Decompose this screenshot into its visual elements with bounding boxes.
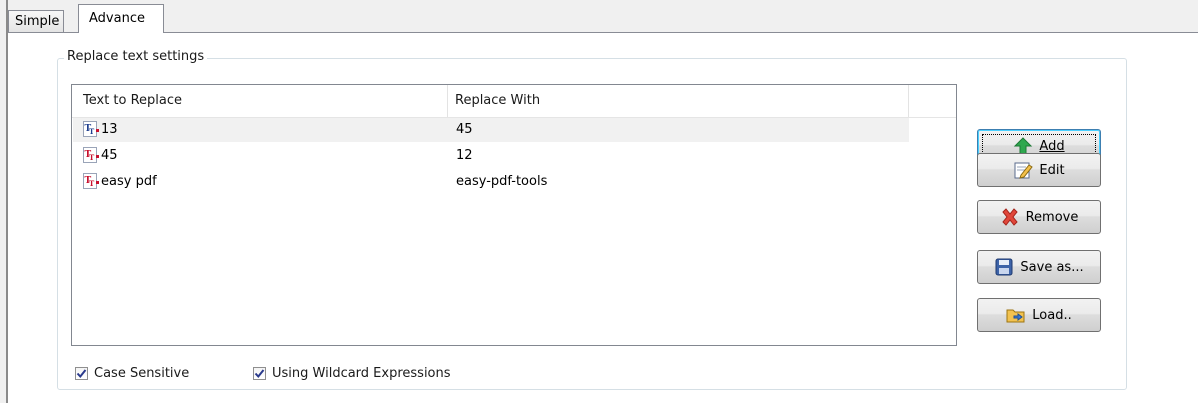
table-row[interactable]: T T 45 12 [73,144,909,168]
load-button[interactable]: Load.. [977,298,1101,332]
find-text: easy pdf [101,174,157,189]
wildcard-label: Using Wildcard Expressions [272,365,451,381]
find-text: 45 [101,148,118,163]
remove-button[interactable]: Remove [977,200,1101,234]
column-header-filler [909,85,956,117]
replace-text: easy-pdf-tools [456,174,548,189]
text-replace-icon: T T [83,172,99,189]
checkbox-box[interactable] [253,366,266,380]
text-replace-icon: T T [83,120,99,137]
svg-text:T: T [89,153,95,162]
save-icon [995,258,1013,276]
replace-list[interactable]: Text to Replace Replace With T T 13 45 T… [71,84,957,346]
list-header: Text to Replace Replace With [72,85,956,118]
svg-text:T: T [89,179,95,188]
svg-text:T: T [89,127,95,136]
tab-advance[interactable]: Advance [78,4,164,33]
column-header-replace-with[interactable]: Replace With [448,85,909,117]
edit-button[interactable]: Edit [977,153,1101,187]
checkmark-icon [76,368,87,378]
edit-button-label: Edit [1039,162,1065,178]
case-sensitive-label: Case Sensitive [94,365,190,381]
column-header-text-to-replace[interactable]: Text to Replace [72,85,448,117]
table-row[interactable]: T T easy pdf easy-pdf-tools [73,170,909,194]
save-as-button-label: Save as... [1020,259,1084,275]
save-as-button[interactable]: Save as... [977,250,1101,284]
replace-text: 45 [456,122,473,137]
load-button-label: Load.. [1032,307,1072,323]
edit-icon [1014,162,1034,179]
checkbox-box[interactable] [75,366,88,380]
replace-text: 12 [456,148,473,163]
find-text: 13 [101,122,118,137]
tab-simple-label: Simple [15,14,60,29]
case-sensitive-checkbox[interactable]: Case Sensitive [75,365,189,381]
wildcard-checkbox[interactable]: Using Wildcard Expressions [253,365,451,381]
table-row[interactable]: T T 13 45 [73,118,909,142]
group-title: Replace text settings [64,49,208,64]
tab-simple[interactable]: Simple [8,10,64,32]
tab-advance-label: Advance [89,11,145,26]
remove-x-icon [1001,208,1018,226]
remove-button-label: Remove [1025,209,1079,225]
load-folder-icon [1006,309,1025,323]
checkmark-icon [254,368,265,378]
text-replace-icon: T T [83,146,99,163]
